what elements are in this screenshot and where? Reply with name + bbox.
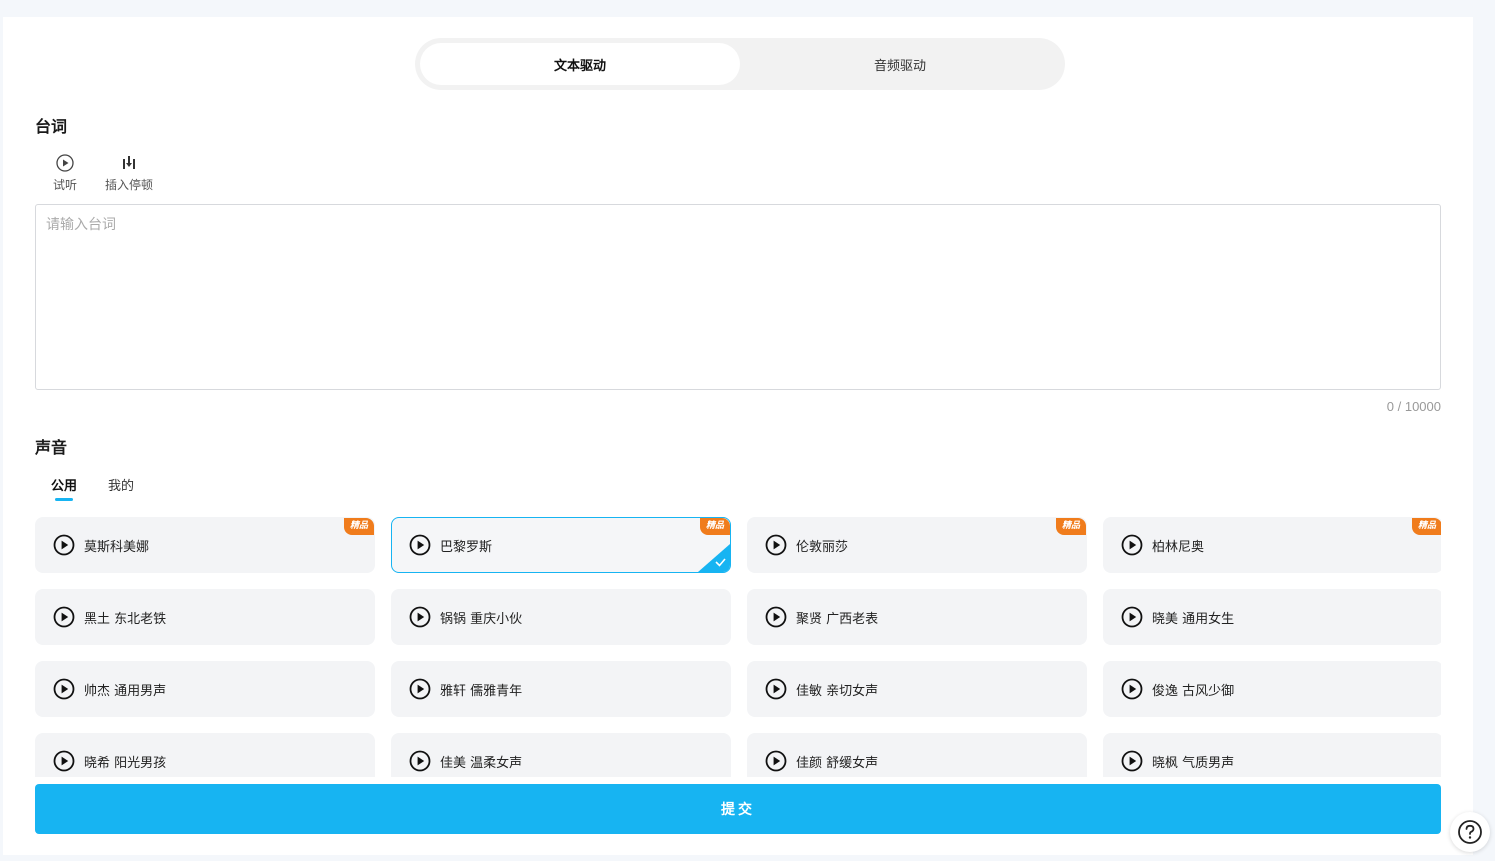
script-section-title: 台词 <box>35 117 68 136</box>
tab-audio-driven[interactable]: 音频驱动 <box>740 43 1060 85</box>
voice-card[interactable]: 佳敏 亲切女声 <box>747 661 1087 717</box>
voice-name: 佳颜 舒缓女声 <box>796 755 879 771</box>
char-counter: 0 / 10000 <box>1386 399 1441 414</box>
voice-name: 黑土 东北老铁 <box>84 611 167 627</box>
voice-card[interactable]: 伦敦丽莎 精品 <box>747 517 1087 573</box>
voice-card[interactable]: 晓枫 气质男声 <box>1103 733 1441 777</box>
preview-button[interactable]: 试听 <box>53 154 77 193</box>
voice-name: 佳敏 亲切女声 <box>796 683 879 699</box>
play-icon[interactable] <box>765 606 787 628</box>
play-icon[interactable] <box>1121 750 1143 772</box>
main-panel: 文本驱动 音频驱动 台词 试听 插入停顿 0 / 10000 声音 公用 我的 … <box>3 17 1473 855</box>
voice-name: 巴黎罗斯 <box>440 539 493 555</box>
voice-name: 柏林尼奥 <box>1152 539 1205 555</box>
play-icon[interactable] <box>765 534 787 556</box>
play-icon[interactable] <box>409 606 431 628</box>
premium-badge: 精品 <box>699 518 730 535</box>
voice-name: 俊逸 古风少御 <box>1152 683 1235 699</box>
play-icon[interactable] <box>1121 606 1143 628</box>
preview-label: 试听 <box>53 178 78 192</box>
insert-pause-button[interactable]: 插入停顿 <box>105 154 153 193</box>
selected-check-icon <box>698 544 730 572</box>
voice-card[interactable]: 佳美 温柔女声 <box>391 733 731 777</box>
voice-name: 晓枫 气质男声 <box>1152 755 1235 771</box>
voice-tab-public[interactable]: 公用 <box>51 475 77 501</box>
play-icon[interactable] <box>53 750 75 772</box>
premium-badge: 精品 <box>1411 518 1441 535</box>
mode-switch: 文本驱动 音频驱动 <box>415 38 1065 90</box>
play-icon[interactable] <box>1121 534 1143 556</box>
voice-card[interactable]: 莫斯科美娜 精品 <box>35 517 375 573</box>
play-icon[interactable] <box>409 534 431 556</box>
play-icon[interactable] <box>409 750 431 772</box>
voice-card[interactable]: 俊逸 古风少御 <box>1103 661 1441 717</box>
play-circle-icon <box>56 154 74 172</box>
voice-card[interactable]: 晓美 通用女生 <box>1103 589 1441 645</box>
voice-name: 佳美 温柔女声 <box>440 755 523 771</box>
premium-badge: 精品 <box>343 518 374 535</box>
voice-card[interactable]: 柏林尼奥 精品 <box>1103 517 1441 573</box>
voice-name: 伦敦丽莎 <box>796 539 849 555</box>
play-icon[interactable] <box>765 678 787 700</box>
premium-badge: 精品 <box>1055 518 1086 535</box>
voice-card[interactable]: 锅锅 重庆小伙 <box>391 589 731 645</box>
script-textarea[interactable] <box>36 205 1440 389</box>
voice-name: 锅锅 重庆小伙 <box>440 611 523 627</box>
voice-card[interactable]: 聚贤 广西老表 <box>747 589 1087 645</box>
play-icon[interactable] <box>1121 678 1143 700</box>
voice-name: 晓美 通用女生 <box>1152 611 1235 627</box>
voice-card[interactable]: 巴黎罗斯 精品 <box>391 517 731 573</box>
voice-card[interactable]: 雅轩 儒雅青年 <box>391 661 731 717</box>
help-button[interactable] <box>1450 812 1490 852</box>
voice-card[interactable]: 佳颜 舒缓女声 <box>747 733 1087 777</box>
voice-name: 晓希 阳光男孩 <box>84 755 167 771</box>
voice-card[interactable]: 晓希 阳光男孩 <box>35 733 375 777</box>
play-icon[interactable] <box>765 750 787 772</box>
voice-section-title: 声音 <box>35 438 68 457</box>
tab-text-driven[interactable]: 文本驱动 <box>420 43 740 85</box>
insert-pause-label: 插入停顿 <box>105 178 154 192</box>
voice-tab-mine[interactable]: 我的 <box>108 475 134 494</box>
voice-name: 雅轩 儒雅青年 <box>440 683 523 699</box>
voice-card[interactable]: 黑土 东北老铁 <box>35 589 375 645</box>
voice-name: 莫斯科美娜 <box>84 539 150 555</box>
play-icon[interactable] <box>53 606 75 628</box>
script-textarea-wrapper <box>35 204 1441 390</box>
voice-grid: 莫斯科美娜 精品 巴黎罗斯 精品 伦敦丽莎 精品 柏林尼奥 精品 黑土 东北老铁 锅锅 重庆小伙 聚… <box>35 517 1441 777</box>
voice-card[interactable]: 帅杰 通用男声 <box>35 661 375 717</box>
play-icon[interactable] <box>53 678 75 700</box>
voice-name: 帅杰 通用男声 <box>84 683 167 699</box>
help-icon <box>1458 820 1482 844</box>
insert-pause-icon <box>123 156 135 169</box>
submit-button[interactable]: 提交 <box>35 784 1441 834</box>
play-icon[interactable] <box>409 678 431 700</box>
play-icon[interactable] <box>53 534 75 556</box>
voice-name: 聚贤 广西老表 <box>796 611 879 627</box>
